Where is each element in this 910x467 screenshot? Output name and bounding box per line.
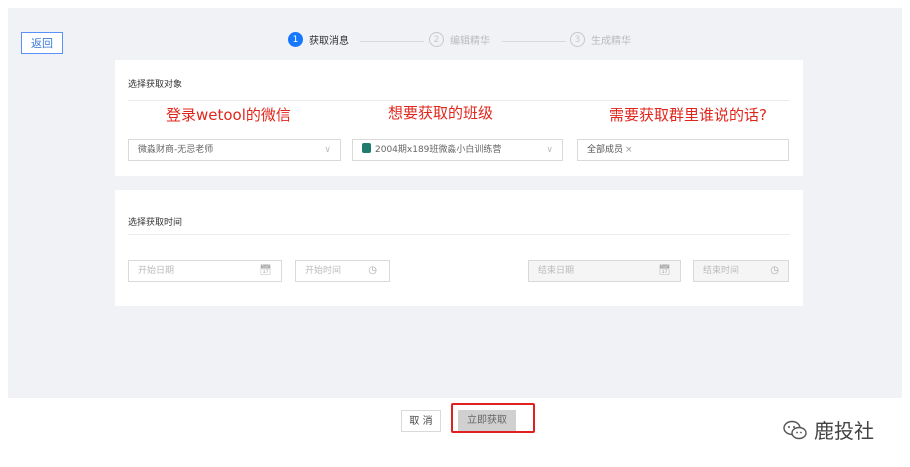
clock-icon: ◷ (368, 265, 377, 276)
target-divider (128, 100, 790, 101)
tag-remove-icon[interactable]: × (625, 145, 633, 155)
start-date-input[interactable]: 开始日期 📅︎ (128, 260, 282, 282)
step-2: 2 编辑精华 (429, 32, 490, 47)
step-3-label: 生成精华 (591, 36, 631, 47)
start-time-input[interactable]: 开始时间 ◷ (295, 260, 390, 282)
group-logo-icon (362, 143, 371, 153)
annotation-account: 登录wetool的微信 (166, 106, 291, 124)
watermark-text: 鹿投社 (814, 419, 874, 443)
time-divider (128, 234, 790, 235)
clock-icon: ◷ (770, 265, 779, 276)
target-card: 选择获取对象 登录wetool的微信 想要获取的班级 需要获取群里谁说的话? 微… (115, 60, 803, 176)
account-select[interactable]: 微淼财商-无忌老师 ∨ (128, 139, 341, 161)
chevron-down-icon: ∨ (546, 145, 553, 155)
start-date-placeholder: 开始日期 (138, 266, 175, 276)
member-tag: 全部成员 × (587, 140, 633, 160)
calendar-icon: 📅︎ (259, 265, 272, 276)
annotation-member: 需要获取群里谁说的话? (609, 106, 767, 124)
step-connector (502, 41, 566, 42)
step-connector (360, 41, 424, 42)
step-2-label: 编辑精华 (450, 36, 490, 47)
target-section-title: 选择获取对象 (128, 80, 183, 90)
chevron-down-icon: ∨ (324, 145, 331, 155)
time-section-title: 选择获取时间 (128, 218, 183, 228)
member-select[interactable]: 全部成员 × (577, 139, 789, 161)
steps-bar: 1 获取消息 2 编辑精华 3 生成精华 (8, 30, 902, 52)
group-select[interactable]: 2004期x189班微淼小白训练营 ∨ (352, 139, 563, 161)
step-1-number: 1 (288, 32, 303, 47)
member-tag-label: 全部成员 (587, 145, 624, 155)
end-time-placeholder: 结束时间 (703, 266, 740, 276)
calendar-icon: 📅︎ (658, 265, 671, 276)
highlight-box (451, 403, 535, 433)
group-select-value: 2004期x189班微淼小白训练营 (375, 145, 502, 155)
step-3-number: 3 (570, 32, 585, 47)
end-date-input: 结束日期 📅︎ (528, 260, 681, 282)
cancel-button[interactable]: 取 消 (401, 410, 441, 432)
end-date-placeholder: 结束日期 (538, 266, 575, 276)
time-card: 选择获取时间 开始日期 📅︎ 开始时间 ◷ 结束日期 📅︎ 结束时间 ◷ (115, 190, 803, 306)
annotation-group: 想要获取的班级 (388, 104, 494, 122)
main-area: 返回 1 获取消息 2 编辑精华 3 生成精华 选择获取对象 登录wetool的… (8, 8, 902, 398)
step-3: 3 生成精华 (570, 32, 631, 47)
account-select-value: 微淼财商-无忌老师 (138, 145, 214, 155)
end-time-input: 结束时间 ◷ (693, 260, 789, 282)
step-2-number: 2 (429, 32, 444, 47)
step-1: 1 获取消息 (288, 32, 349, 47)
wechat-icon (783, 420, 807, 439)
watermark: 鹿投社 (782, 415, 874, 444)
start-time-placeholder: 开始时间 (305, 266, 342, 276)
step-1-label: 获取消息 (309, 36, 349, 47)
